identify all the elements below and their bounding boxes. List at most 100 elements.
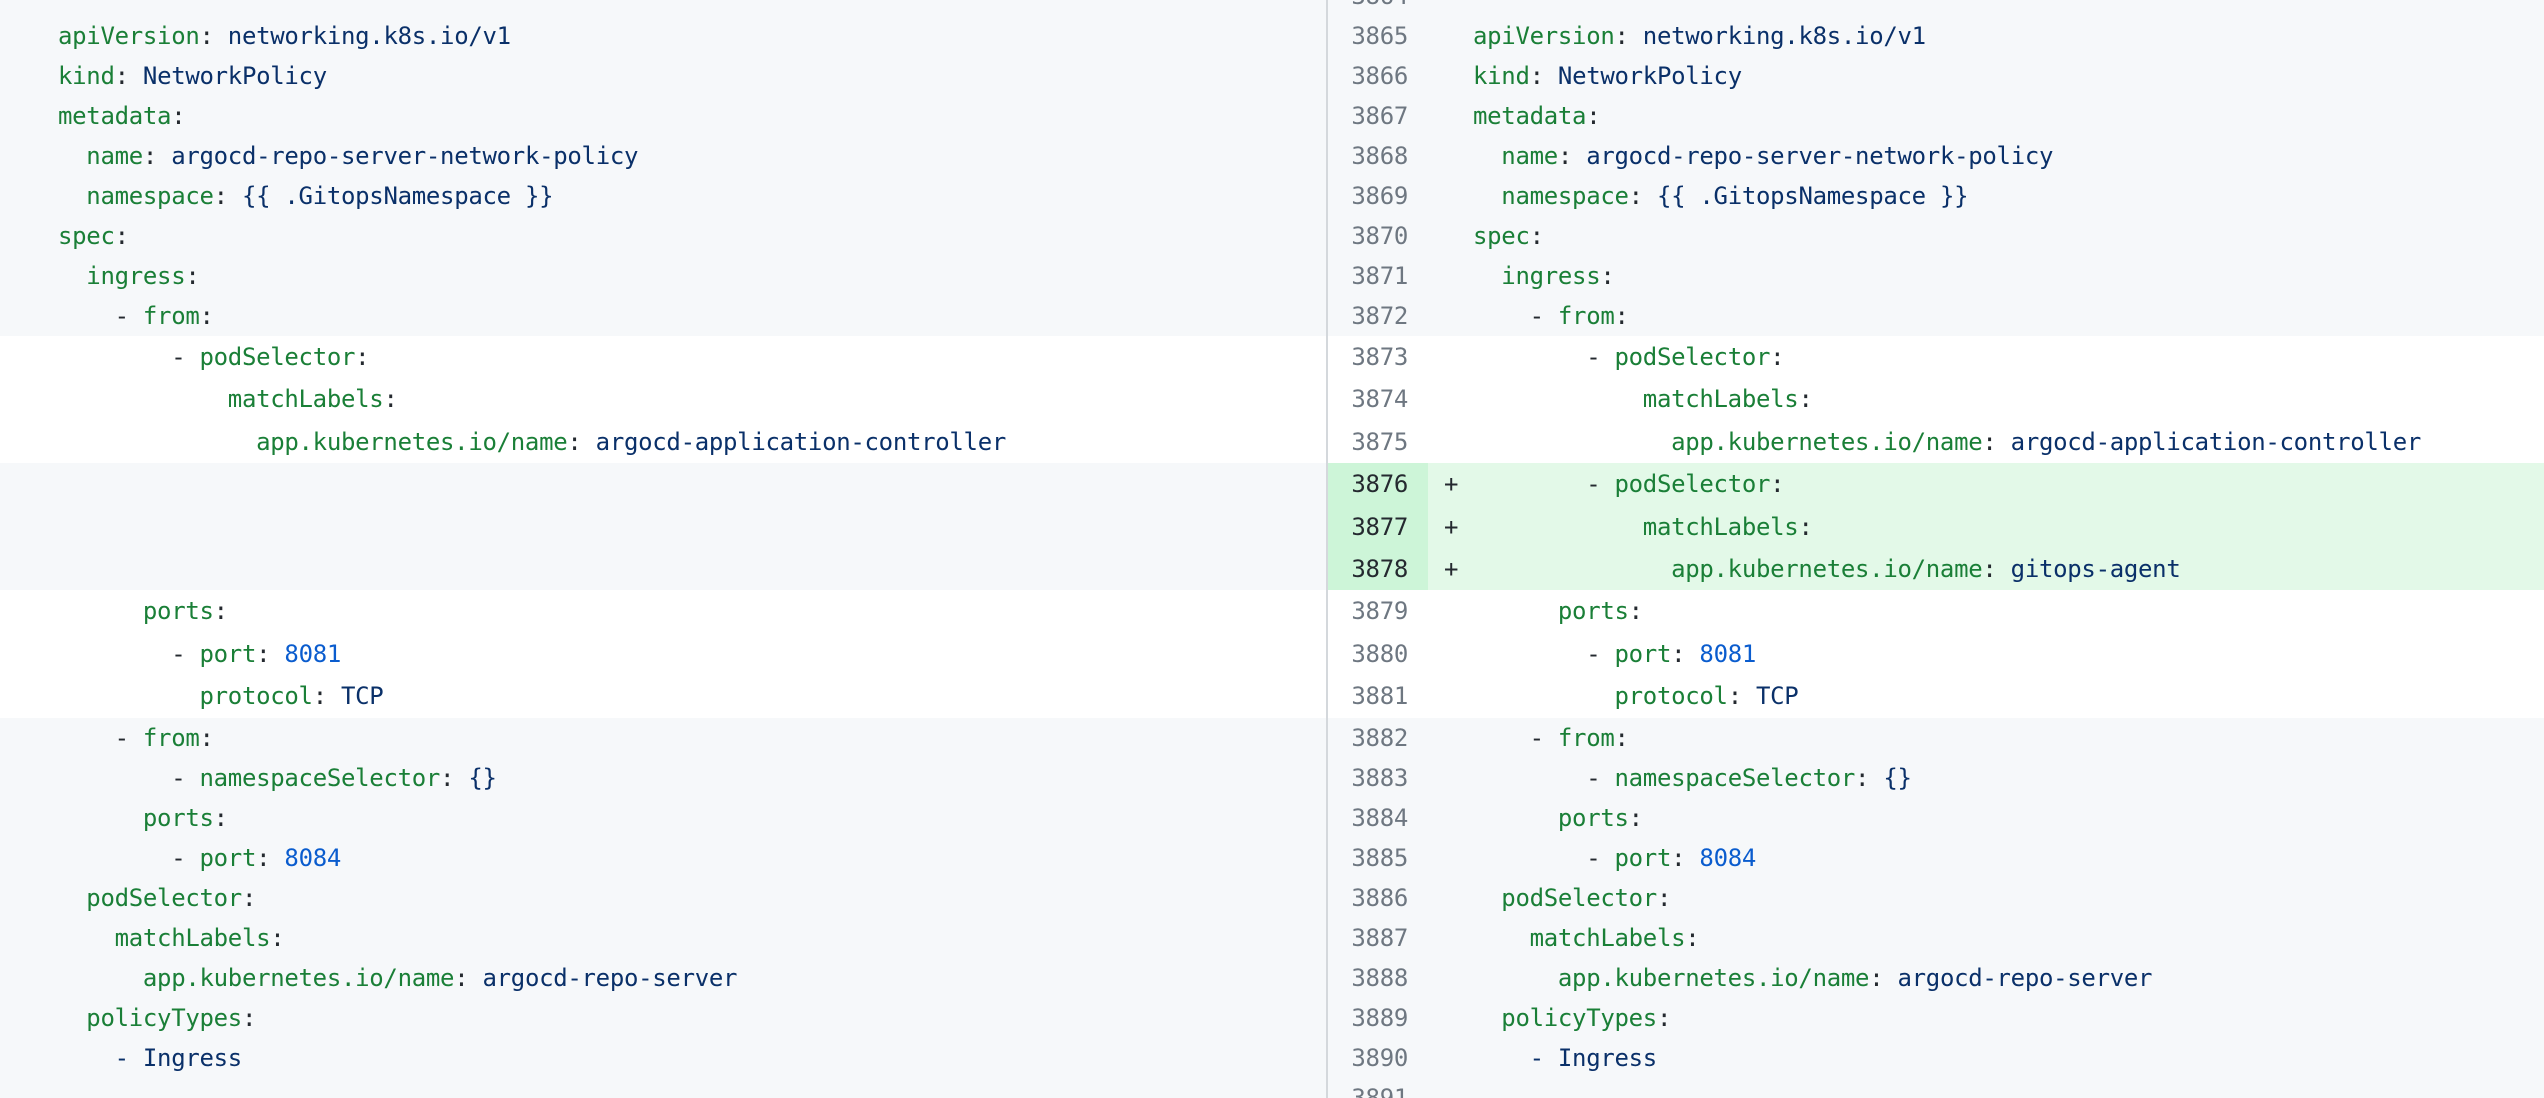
line-number[interactable]: 3867 <box>1328 96 1428 136</box>
left-code-line: ports: <box>0 590 1326 632</box>
right-code-line: --- <box>1428 1078 2544 1098</box>
marker-spacer <box>1444 1038 1473 1078</box>
code-segment: : <box>567 428 581 456</box>
code-segment: : <box>1530 62 1544 90</box>
left-code-line: matchLabels: <box>0 918 1326 958</box>
code-segment: : <box>1600 262 1614 290</box>
line-number[interactable]: 3882 <box>1328 718 1428 758</box>
code-segment: {} <box>454 764 496 792</box>
code-segment: ports <box>58 804 214 832</box>
code-segment: --- <box>1473 0 1515 10</box>
line-number[interactable]: 3883 <box>1328 758 1428 798</box>
code-segment: : <box>1671 640 1685 668</box>
line-number[interactable]: 3870 <box>1328 216 1428 256</box>
diff-row: matchLabels:3874 matchLabels: <box>0 378 2544 420</box>
code-segment: : <box>1657 1004 1671 1032</box>
line-number[interactable]: 3873 <box>1328 336 1428 378</box>
marker-spacer <box>1444 336 1473 378</box>
code-segment: metadata <box>58 102 171 130</box>
code-segment: metadata <box>1473 102 1586 130</box>
diff-row: ports:3879 ports: <box>0 590 2544 632</box>
line-number[interactable]: 3865 <box>1328 16 1428 56</box>
diff-row: - port: 80843885 - port: 8084 <box>0 838 2544 878</box>
diff-row: ports:3884 ports: <box>0 798 2544 838</box>
right-code-line: metadata: <box>1428 96 2544 136</box>
right-code-line: ingress: <box>1428 256 2544 296</box>
marker-spacer <box>1444 675 1473 717</box>
code-segment: ports <box>58 597 214 625</box>
code-segment: argocd-repo-server <box>1883 964 2152 992</box>
marker-spacer <box>1444 56 1473 96</box>
line-number[interactable]: 3875 <box>1328 421 1428 463</box>
right-code-line: - port: 8084 <box>1428 838 2544 878</box>
line-number[interactable]: 3879 <box>1328 590 1428 632</box>
code-segment: : <box>214 804 228 832</box>
left-code-line: podSelector: <box>0 878 1326 918</box>
line-number[interactable]: 3868 <box>1328 136 1428 176</box>
line-number[interactable]: 3872 <box>1328 296 1428 336</box>
line-number[interactable]: 3866 <box>1328 56 1428 96</box>
line-number[interactable]: 3886 <box>1328 878 1428 918</box>
line-number[interactable]: 3889 <box>1328 998 1428 1038</box>
code-segment: : <box>1615 724 1629 752</box>
line-number[interactable]: 3878 <box>1328 548 1428 590</box>
code-segment: --- <box>58 1084 100 1098</box>
line-number[interactable]: 3871 <box>1328 256 1428 296</box>
left-code-line: matchLabels: <box>0 378 1326 420</box>
diff-row: policyTypes:3889 policyTypes: <box>0 998 2544 1038</box>
line-number[interactable]: 3876 <box>1328 463 1428 505</box>
marker-spacer <box>1444 1078 1473 1098</box>
right-code-line: ports: <box>1428 590 2544 632</box>
right-code-line: + matchLabels: <box>1428 506 2544 548</box>
marker-spacer <box>1444 758 1473 798</box>
right-code-line: app.kubernetes.io/name: argocd-applicati… <box>1428 421 2544 463</box>
left-code-line: spec: <box>0 216 1326 256</box>
line-number[interactable]: 3891 <box>1328 1078 1428 1098</box>
diff-row: protocol: TCP3881 protocol: TCP <box>0 675 2544 717</box>
code-segment: app.kubernetes.io/name <box>1473 964 1869 992</box>
left-code-line <box>0 506 1326 548</box>
code-segment: app.kubernetes.io/name <box>1473 428 1982 456</box>
code-segment: {{ .GitopsNamespace }} <box>1643 182 1968 210</box>
code-segment: : <box>383 385 397 413</box>
line-number[interactable]: 3881 <box>1328 675 1428 717</box>
code-segment: - <box>1473 844 1615 872</box>
marker-spacer <box>1444 296 1473 336</box>
left-code-line: kind: NetworkPolicy <box>0 56 1326 96</box>
code-segment: : <box>115 222 129 250</box>
code-segment: : <box>1671 844 1685 872</box>
diff-row: 3876+ - podSelector: <box>0 463 2544 505</box>
line-number[interactable]: 3890 <box>1328 1038 1428 1078</box>
line-number[interactable]: 3869 <box>1328 176 1428 216</box>
code-segment: TCP <box>1742 682 1799 710</box>
diff-row: ---3891 --- <box>0 1078 2544 1098</box>
code-segment: ingress <box>58 262 185 290</box>
line-number[interactable]: 3887 <box>1328 918 1428 958</box>
code-segment: podSelector <box>200 343 356 371</box>
line-number[interactable]: 3877 <box>1328 506 1428 548</box>
line-number[interactable]: 3880 <box>1328 633 1428 675</box>
code-segment: - <box>1473 764 1615 792</box>
marker-spacer <box>1444 718 1473 758</box>
code-segment: : <box>214 182 228 210</box>
left-code-line: ingress: <box>0 256 1326 296</box>
code-segment: 8084 <box>1685 844 1756 872</box>
code-segment: from <box>143 302 200 330</box>
code-segment: ports <box>1473 804 1629 832</box>
left-code-line: - from: <box>0 718 1326 758</box>
code-segment: argocd-application-controller <box>1997 428 2421 456</box>
line-number[interactable]: 3884 <box>1328 798 1428 838</box>
left-code-line: --- <box>0 1078 1326 1098</box>
line-number[interactable]: 3885 <box>1328 838 1428 878</box>
diff-row: 3878+ app.kubernetes.io/name: gitops-age… <box>0 548 2544 590</box>
code-segment: 8084 <box>270 844 341 872</box>
marker-spacer <box>1444 216 1473 256</box>
line-number[interactable]: 3874 <box>1328 378 1428 420</box>
line-number[interactable]: 3888 <box>1328 958 1428 998</box>
code-segment: - <box>58 343 200 371</box>
code-segment: name <box>58 142 143 170</box>
code-segment: argocd-repo-server <box>468 964 737 992</box>
line-number[interactable]: 3864 <box>1328 0 1428 16</box>
code-segment: from <box>143 724 200 752</box>
code-segment: : <box>171 102 185 130</box>
